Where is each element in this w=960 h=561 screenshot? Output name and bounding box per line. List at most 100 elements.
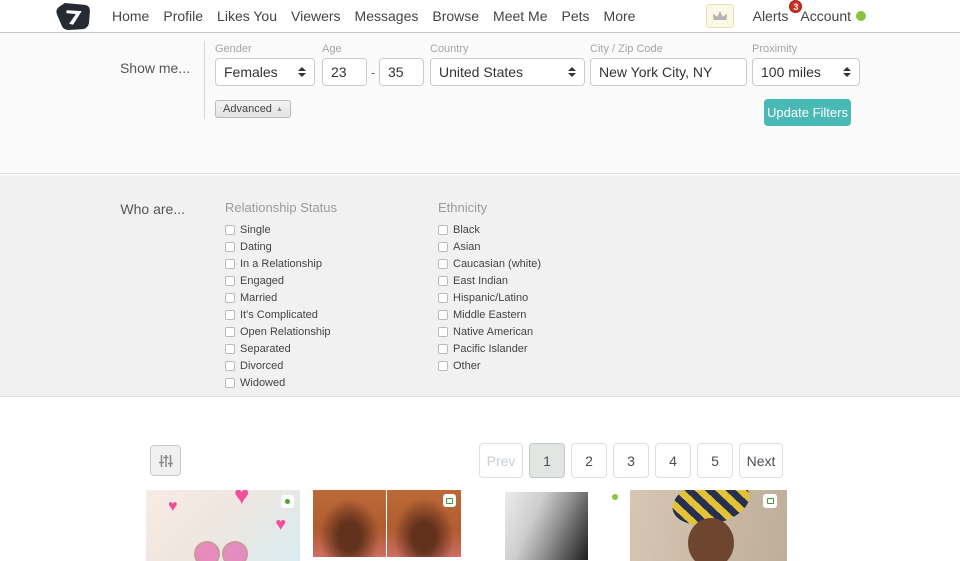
checkbox[interactable] xyxy=(225,310,235,320)
age-min-input[interactable] xyxy=(322,58,367,86)
ethnicity-checkbox-item[interactable]: East Indian xyxy=(438,275,541,286)
advanced-toggle-button[interactable]: Advanced ▲ xyxy=(215,100,291,118)
relationship-checkbox-item[interactable]: Single xyxy=(225,224,337,235)
online-status-dot xyxy=(856,11,866,21)
premium-crown-button[interactable] xyxy=(706,4,734,28)
checkbox[interactable] xyxy=(225,344,235,354)
ethnicity-checkbox-item[interactable]: Middle Eastern xyxy=(438,309,541,320)
checkbox-label: Other xyxy=(453,360,481,372)
checkbox-label: Single xyxy=(240,224,271,236)
gender-select[interactable]: Females xyxy=(215,58,315,86)
checkbox[interactable] xyxy=(225,293,235,303)
relationship-checkbox-item[interactable]: Separated xyxy=(225,343,337,354)
checkbox-label: Separated xyxy=(240,343,291,355)
checkbox[interactable] xyxy=(225,225,235,235)
pagination-page-button[interactable]: 3 xyxy=(613,443,649,478)
relationship-checkbox-item[interactable]: Open Relationship xyxy=(225,326,337,337)
checkbox-label: Caucasian (white) xyxy=(453,258,541,270)
pagination-page-button[interactable]: 1 xyxy=(529,443,565,478)
ethnicity-checkbox-item[interactable]: Pacific Islander xyxy=(438,343,541,354)
checkbox[interactable] xyxy=(438,276,448,286)
pagination-page-button[interactable]: 4 xyxy=(655,443,691,478)
city-zip-input[interactable] xyxy=(590,58,747,86)
checkbox-label: In a Relationship xyxy=(240,258,322,270)
nav-item[interactable]: Home xyxy=(105,8,156,24)
relationship-checkbox-item[interactable]: Married xyxy=(225,292,337,303)
age-max-input[interactable] xyxy=(379,58,424,86)
profile-photo-thumbnail[interactable] xyxy=(630,490,787,561)
relationship-status-group: Relationship Status Single Dating xyxy=(225,200,337,394)
checkbox-label: East Indian xyxy=(453,275,508,287)
checkbox[interactable] xyxy=(225,242,235,252)
ethnicity-group: Ethnicity Black Asian Caucasi xyxy=(438,200,541,377)
city-zip-label: City / Zip Code xyxy=(590,43,747,55)
country-select[interactable]: United States xyxy=(430,58,585,86)
checkbox[interactable] xyxy=(225,327,235,337)
relationship-checkbox-item[interactable]: Engaged xyxy=(225,275,337,286)
alerts-label: Alerts xyxy=(753,8,789,24)
checkbox[interactable] xyxy=(438,259,448,269)
relationship-status-heading: Relationship Status xyxy=(225,200,337,215)
tagged-logo[interactable] xyxy=(55,2,92,31)
nav-item[interactable]: Browse xyxy=(425,8,486,24)
nav-item[interactable]: More xyxy=(597,8,643,24)
photo-decoration: ♥ xyxy=(168,498,178,516)
checkbox-label: Hispanic/Latino xyxy=(453,292,528,304)
profile-photo-thumbnail[interactable]: ♥ ♥ ♥ xyxy=(146,490,300,561)
pagination-page-button[interactable]: 5 xyxy=(697,443,733,478)
nav-item[interactable]: Viewers xyxy=(284,8,348,24)
ethnicity-checkbox-item[interactable]: Asian xyxy=(438,241,541,252)
checkbox[interactable] xyxy=(438,327,448,337)
filters-divider xyxy=(204,41,205,119)
online-status-dot xyxy=(612,494,618,500)
search-filters-section: Show me... Gender Females Age - Country … xyxy=(0,33,960,174)
checkbox[interactable] xyxy=(225,361,235,371)
checkbox[interactable] xyxy=(438,293,448,303)
account-link[interactable]: Account xyxy=(800,8,851,24)
checkbox[interactable] xyxy=(438,344,448,354)
checkbox[interactable] xyxy=(225,259,235,269)
relationship-checkbox-item[interactable]: Dating xyxy=(225,241,337,252)
checkbox-label: Native American xyxy=(453,326,533,338)
profile-photo-thumbnail[interactable] xyxy=(505,492,588,560)
online-dot-icon xyxy=(285,499,290,504)
ethnicity-checkbox-item[interactable]: Other xyxy=(438,360,541,371)
select-stepper-icon xyxy=(298,67,306,77)
checkbox[interactable] xyxy=(438,310,448,320)
update-filters-button[interactable]: Update Filters xyxy=(764,99,851,126)
checkbox-label: Divorced xyxy=(240,360,283,372)
ethnicity-checkbox-item[interactable]: Caucasian (white) xyxy=(438,258,541,269)
photo-decoration: ♥ xyxy=(275,514,286,535)
nav-item[interactable]: Meet Me xyxy=(486,8,554,24)
gender-label: Gender xyxy=(215,43,315,55)
pagination-prev-button[interactable]: Prev xyxy=(479,443,523,478)
photo-decoration xyxy=(688,518,734,561)
checkbox[interactable] xyxy=(438,225,448,235)
alerts-link[interactable]: Alerts 3 xyxy=(753,8,801,24)
nav-item[interactable]: Profile xyxy=(156,8,210,24)
camera-badge xyxy=(763,494,777,508)
profile-photo-thumbnail[interactable] xyxy=(387,490,461,557)
checkbox[interactable] xyxy=(225,276,235,286)
checkbox[interactable] xyxy=(438,242,448,252)
ethnicity-checkbox-item[interactable]: Hispanic/Latino xyxy=(438,292,541,303)
relationship-checkbox-item[interactable]: Divorced xyxy=(225,360,337,371)
pagination-page-button[interactable]: 2 xyxy=(571,443,607,478)
relationship-checkbox-item[interactable]: It's Complicated xyxy=(225,309,337,320)
relationship-checkbox-item[interactable]: Widowed xyxy=(225,377,337,388)
nav-item[interactable]: Likes You xyxy=(210,8,284,24)
checkbox-label: Engaged xyxy=(240,275,284,287)
pagination-next-button[interactable]: Next xyxy=(739,443,783,478)
nav-item[interactable]: Messages xyxy=(348,8,426,24)
checkbox[interactable] xyxy=(225,378,235,388)
ethnicity-checkbox-item[interactable]: Native American xyxy=(438,326,541,337)
filter-toggle-button[interactable] xyxy=(150,445,181,476)
ethnicity-checkbox-item[interactable]: Black xyxy=(438,224,541,235)
city-field-group: City / Zip Code xyxy=(590,43,747,86)
relationship-checkbox-item[interactable]: In a Relationship xyxy=(225,258,337,269)
select-stepper-icon xyxy=(843,67,851,77)
nav-item[interactable]: Pets xyxy=(555,8,597,24)
profile-photo-thumbnail[interactable] xyxy=(313,490,386,557)
checkbox[interactable] xyxy=(438,361,448,371)
proximity-select[interactable]: 100 miles xyxy=(752,58,860,86)
